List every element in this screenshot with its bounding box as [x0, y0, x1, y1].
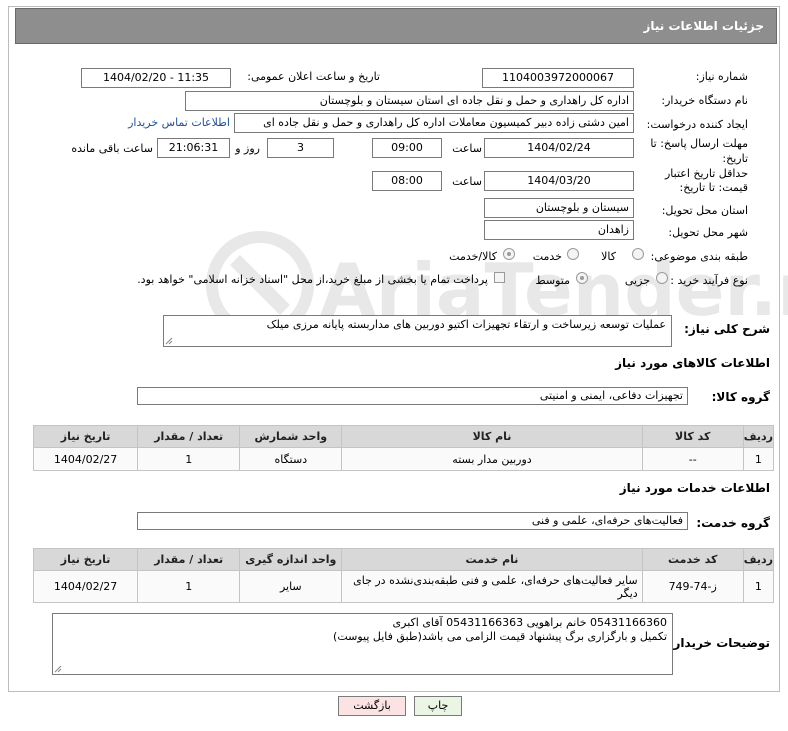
services-table: ردیف کد خدمت نام خدمت واحد اندازه گیری ت…	[32, 548, 775, 603]
buyer-org-label: نام دستگاه خریدار:	[661, 94, 748, 107]
creator-field[interactable]: امین دشتی زاده دبیر کمیسیون معاملات ادار…	[234, 113, 634, 133]
goods-cell-code: --	[641, 447, 744, 471]
services-cell-qty: 1	[137, 570, 241, 603]
goods-section-title: اطلاعات کالاهای مورد نیاز	[615, 356, 770, 370]
send-date-field[interactable]: 1404/02/24	[484, 138, 634, 158]
process-radio-medium[interactable]	[576, 272, 588, 284]
goods-col-qty: تعداد / مقدار	[137, 425, 241, 448]
services-cell-unit: سایر	[239, 570, 343, 603]
buyer-notes-field[interactable]: 05431166360 خانم براهویی 05431166363 آقا…	[52, 613, 673, 675]
services-cell-code: ز-74-749	[641, 570, 744, 603]
services-col-unit: واحد اندازه گیری	[239, 548, 343, 571]
payment-note: پرداخت تمام یا بخشی از مبلغ خرید،از محل …	[137, 273, 488, 286]
province-label: استان محل تحویل:	[661, 204, 748, 217]
services-cell-date: 1404/02/27	[32, 570, 139, 603]
price-time-label: ساعت	[452, 175, 482, 188]
send-time-label: ساعت	[452, 142, 482, 155]
need-number-label: شماره نیاز:	[695, 70, 748, 83]
buyer-notes-line1: 05431166360 خانم براهویی 05431166363 آقا…	[392, 616, 667, 629]
goods-cell-qty: 1	[137, 447, 241, 471]
send-deadline-label: مهلت ارسال پاسخ: تا تاریخ:	[650, 137, 748, 165]
page-frame: جزئیات اطلاعات نیاز AriaTender.neT شماره…	[0, 0, 788, 731]
description-label: شرح کلی نیاز:	[684, 322, 770, 336]
send-time-field[interactable]: 09:00	[372, 138, 442, 158]
days-label: روز و	[235, 142, 260, 155]
table-row: 1 ز-74-749 سایر فعالیت‌های حرفه‌ای، علمی…	[32, 570, 775, 603]
category-option-service: خدمت	[532, 250, 562, 263]
city-label: شهر محل تحویل:	[668, 226, 748, 239]
table-row: 1 -- دوربین مدار بسته دستگاه 1 1404/02/2…	[32, 447, 775, 471]
page-title: جزئیات اطلاعات نیاز	[643, 19, 764, 33]
goods-table: ردیف کد کالا نام کالا واحد شمارش تعداد /…	[32, 425, 775, 471]
services-section-title: اطلاعات خدمات مورد نیاز	[619, 481, 770, 495]
services-cell-row: 1	[742, 570, 775, 603]
category-label: طبقه بندی موضوعی:	[650, 250, 748, 263]
goods-col-unit: واحد شمارش	[239, 425, 343, 448]
goods-cell-unit: دستگاه	[239, 447, 343, 471]
remaining-label: ساعت باقی مانده	[71, 142, 153, 155]
goods-col-code: کد کالا	[641, 425, 744, 448]
services-col-row: ردیف	[742, 548, 775, 571]
creator-label: ایجاد کننده درخواست:	[646, 118, 748, 131]
process-option-minor: جزیی	[624, 274, 650, 287]
announce-field[interactable]: 1404/02/20 - 11:35	[81, 68, 231, 88]
category-radio-goods-service[interactable]	[503, 248, 515, 260]
category-radio-service[interactable]	[567, 248, 579, 260]
goods-cell-name: دوربین مدار بسته	[341, 447, 643, 471]
buyer-contact-link[interactable]: اطلاعات تماس خریدار	[128, 116, 230, 129]
panel-header: جزئیات اطلاعات نیاز	[15, 8, 777, 44]
days-field[interactable]: 3	[267, 138, 334, 158]
description-field[interactable]: عملیات توسعه زیرساخت و ارتقاء تجهیزات اک…	[163, 315, 672, 347]
services-col-qty: تعداد / مقدار	[137, 548, 241, 571]
process-label: نوع فرآیند خرید :	[670, 274, 748, 287]
price-time-field[interactable]: 08:00	[372, 171, 442, 191]
goods-group-field[interactable]: تجهیزات دفاعی، ایمنی و امنیتی	[137, 387, 688, 405]
services-group-label: گروه خدمت:	[696, 516, 770, 530]
city-field[interactable]: زاهدان	[484, 220, 634, 240]
back-button[interactable]: بازگشت	[338, 696, 406, 716]
resize-grip-icon[interactable]	[165, 337, 173, 345]
goods-col-row: ردیف	[742, 425, 775, 448]
buyer-notes-line2: تکمیل و بارگزاری برگ پیشنهاد قیمت الزامی…	[333, 630, 667, 643]
process-option-medium: متوسط	[535, 274, 570, 287]
services-col-code: کد خدمت	[641, 548, 744, 571]
process-radio-minor[interactable]	[656, 272, 668, 284]
goods-group-label: گروه کالا:	[711, 390, 770, 404]
services-group-field[interactable]: فعالیت‌های حرفه‌ای، علمی و فنی	[137, 512, 688, 530]
province-field[interactable]: سیستان و بلوچستان	[484, 198, 634, 218]
services-col-name: نام خدمت	[341, 548, 643, 571]
price-date-field[interactable]: 1404/03/20	[484, 171, 634, 191]
announce-label: تاریخ و ساعت اعلان عمومی:	[247, 70, 380, 83]
services-cell-name: سایر فعالیت‌های حرفه‌ای، علمی و فنی طبقه…	[341, 570, 643, 603]
resize-grip-icon[interactable]	[54, 665, 62, 673]
services-col-date: تاریخ نیاز	[32, 548, 139, 571]
print-button[interactable]: چاپ	[414, 696, 462, 716]
goods-cell-row: 1	[742, 447, 775, 471]
goods-cell-date: 1404/02/27	[32, 447, 139, 471]
need-number-field[interactable]: 1104003972000067	[482, 68, 634, 88]
buyer-notes-label: توضیحات خریدار:	[668, 636, 770, 650]
price-deadline-label: حداقل تاریخ اعتبار قیمت: تا تاریخ:	[664, 167, 748, 194]
goods-col-date: تاریخ نیاز	[32, 425, 139, 448]
category-option-goods-service: کالا/خدمت	[449, 250, 497, 263]
buyer-org-field[interactable]: اداره کل راهداری و حمل و نقل جاده ای است…	[185, 91, 634, 111]
remaining-time-field[interactable]: 21:06:31	[157, 138, 230, 158]
category-option-goods: کالا	[601, 250, 616, 263]
goods-col-name: نام کالا	[341, 425, 643, 448]
category-radio-goods[interactable]	[632, 248, 644, 260]
treasury-checkbox[interactable]	[494, 272, 505, 283]
